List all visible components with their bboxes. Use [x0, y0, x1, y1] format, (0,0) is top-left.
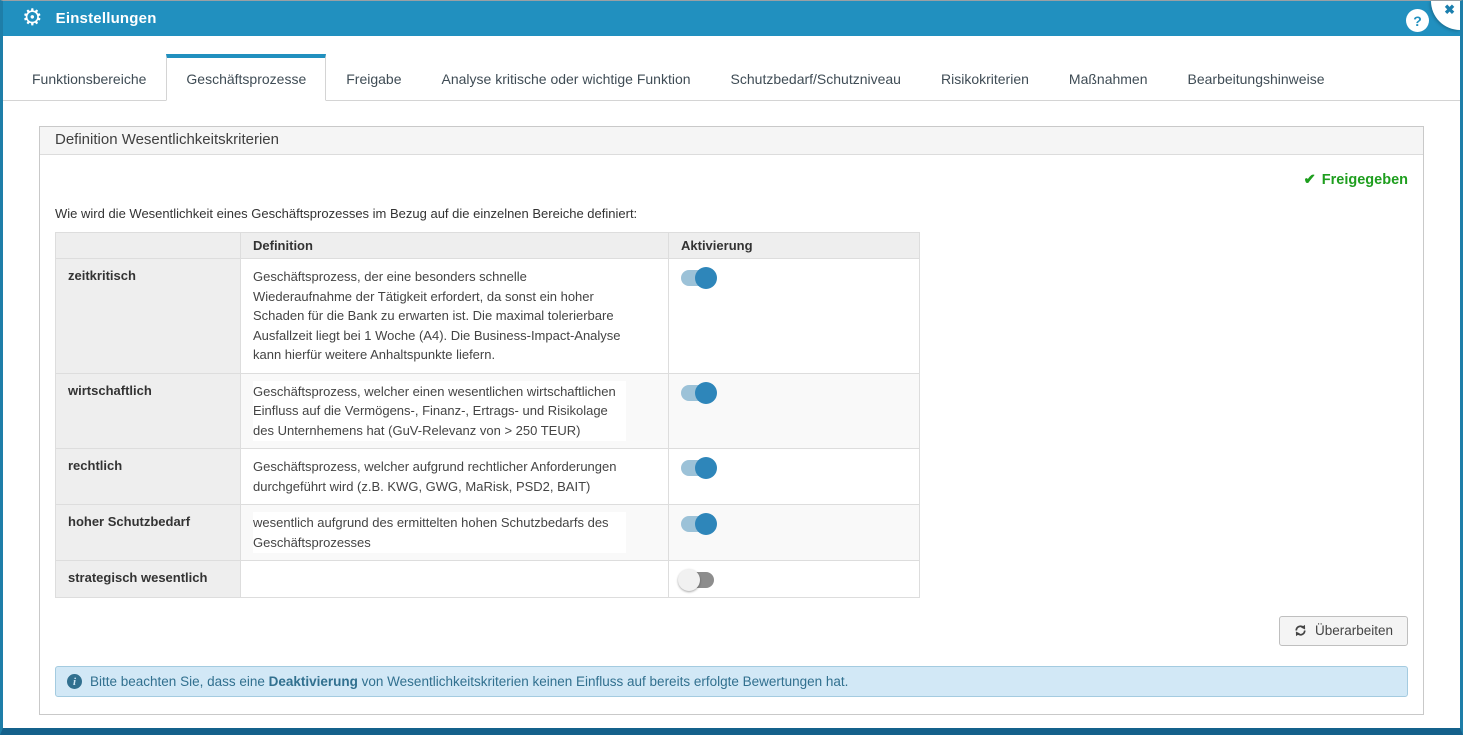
table-row: hoher Schutzbedarf wesentlich aufgrund de… — [56, 505, 920, 561]
criterion-definition — [241, 561, 669, 598]
activation-toggle[interactable] — [681, 270, 714, 286]
table-row: zeitkritischGeschäftsprozess, der eine b… — [56, 259, 920, 374]
activation-toggle[interactable] — [681, 572, 714, 588]
info-text: Bitte beachten Sie, dass eine Deaktivier… — [90, 674, 848, 689]
criterion-name: zeitkritisch — [56, 259, 241, 374]
actions-row: Überarbeiten — [55, 616, 1408, 646]
table-row: rechtlich Geschäftsprozess, welcher aufgr… — [56, 449, 920, 505]
tab-schutzbedarf-schutzniveau[interactable]: Schutzbedarf/Schutzniveau — [711, 54, 921, 101]
criteria-table: DefinitionAktivierung zeitkritischGeschä… — [55, 232, 920, 598]
tab-bar: FunktionsbereicheGeschäftsprozesseFreiga… — [3, 54, 1460, 101]
tab-risikokriterien[interactable]: Risikokriterien — [921, 54, 1049, 101]
criterion-name: wirtschaftlich — [56, 373, 241, 449]
revise-button[interactable]: Überarbeiten — [1279, 616, 1408, 646]
title-bar: ⚙ Einstellungen — [3, 1, 1460, 36]
activation-toggle[interactable] — [681, 385, 714, 401]
criterion-definition: Geschäftsprozess, der eine besonders sch… — [241, 259, 669, 374]
definition-textbox: wesentlich aufgrund des ermittelten hohe… — [253, 512, 626, 553]
criterion-name: hoher Schutzbedarf — [56, 505, 241, 561]
status-badge: ✔ Freigegeben — [55, 171, 1408, 189]
criterion-definition: Geschäftsprozess, welcher einen wesentli… — [241, 373, 669, 449]
info-icon: i — [67, 674, 82, 689]
definition-textbox: Geschäftsprozess, welcher einen wesentli… — [253, 381, 626, 442]
tab-geschäftsprozesse[interactable]: Geschäftsprozesse — [166, 54, 326, 101]
status-label: Freigegeben — [1322, 172, 1408, 188]
column-header — [56, 233, 241, 259]
help-icon[interactable]: ? — [1406, 9, 1429, 32]
table-row: wirtschaftlichGeschäftsprozess, welcher … — [56, 373, 920, 449]
column-header: Aktivierung — [669, 233, 920, 259]
criteria-table-body: zeitkritischGeschäftsprozess, der eine b… — [56, 259, 920, 598]
definition-textbox: Geschäftsprozess, welcher aufgrund recht… — [253, 456, 626, 497]
info-bold-word: Deaktivierung — [269, 674, 358, 689]
panel-body: ✔ Freigegeben Wie wird die Wesentlichkei… — [40, 171, 1423, 697]
criteria-table-head-row: DefinitionAktivierung — [56, 233, 920, 259]
toggle-knob — [678, 569, 700, 591]
help-label: ? — [1413, 13, 1422, 29]
settings-dialog: ⚙ Einstellungen ? ✖ FunktionsbereicheGes… — [0, 0, 1463, 735]
table-row: strategisch wesentlich — [56, 561, 920, 598]
toggle-knob — [695, 457, 717, 479]
toggle-knob — [695, 513, 717, 535]
info-banner: i Bitte beachten Sie, dass eine Deaktivi… — [55, 666, 1408, 697]
toggle-knob — [695, 267, 717, 289]
page-title: Einstellungen — [56, 10, 157, 27]
close-icon[interactable]: ✖ — [1444, 2, 1455, 18]
tab-freigabe[interactable]: Freigabe — [326, 54, 421, 101]
panel-title: Definition Wesentlichkeitskriterien — [40, 127, 1423, 155]
tab-bearbeitungshinweise[interactable]: Bearbeitungshinweise — [1168, 54, 1345, 101]
tab-analyse-kritische-oder-wichtige-funktion[interactable]: Analyse kritische oder wichtige Funktion — [422, 54, 711, 101]
criterion-name: strategisch wesentlich — [56, 561, 241, 598]
criterion-definition: wesentlich aufgrund des ermittelten hohe… — [241, 505, 669, 561]
gear-icon: ⚙ — [22, 6, 43, 29]
toggle-knob — [695, 382, 717, 404]
tab-funktionsbereiche[interactable]: Funktionsbereiche — [12, 54, 166, 101]
content-panel: Definition Wesentlichkeitskriterien ✔ Fr… — [39, 126, 1424, 715]
column-header: Definition — [241, 233, 669, 259]
revise-label: Überarbeiten — [1315, 623, 1393, 638]
criterion-definition: Geschäftsprozess, welcher aufgrund recht… — [241, 449, 669, 505]
intro-text: Wie wird die Wesentlichkeit eines Geschä… — [55, 206, 1408, 221]
tab-maßnahmen[interactable]: Maßnahmen — [1049, 54, 1168, 101]
refresh-icon — [1294, 624, 1307, 637]
criterion-name: rechtlich — [56, 449, 241, 505]
activation-toggle[interactable] — [681, 460, 714, 476]
definition-textbox: Geschäftsprozess, der eine besonders sch… — [253, 266, 626, 366]
check-icon: ✔ — [1304, 172, 1316, 188]
activation-toggle[interactable] — [681, 516, 714, 532]
